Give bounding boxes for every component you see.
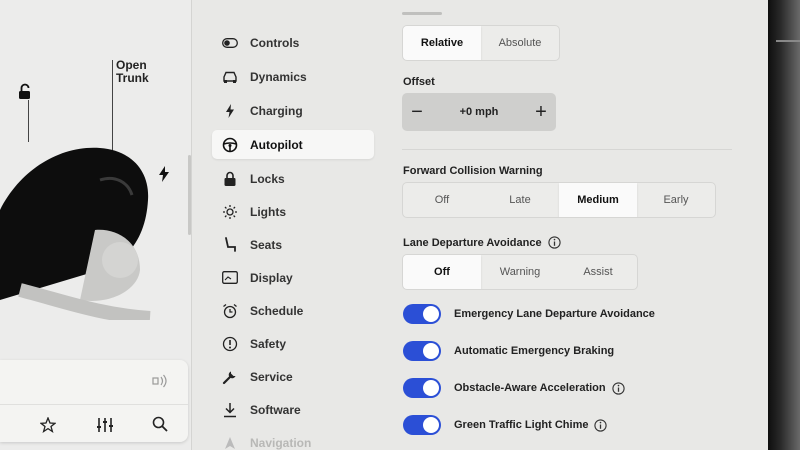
favorite-star-icon[interactable] — [39, 416, 57, 438]
fcw-label: Forward Collision Warning — [403, 165, 543, 177]
toggle-icon — [222, 35, 238, 51]
lda-label: Lane Departure Avoidance — [403, 236, 542, 249]
info-icon[interactable] — [594, 418, 608, 432]
sun-icon — [222, 204, 238, 220]
obstacle-aware-acceleration-toggle[interactable] — [403, 378, 441, 398]
menu-item-safety[interactable]: Safety — [212, 329, 374, 358]
unlock-icon[interactable] — [16, 83, 34, 106]
speed-mode-selector: Relative Absolute — [402, 25, 560, 61]
toggle-knob — [423, 306, 439, 322]
lda-option-off[interactable]: Off — [403, 255, 481, 289]
lock-icon — [222, 171, 238, 187]
touchscreen: Open Trunk Controls Dynamics Charging Au… — [0, 0, 768, 450]
option-relative[interactable]: Relative — [403, 26, 481, 60]
alarm-clock-icon — [222, 303, 238, 319]
toggle-label: Obstacle-Aware Acceleration — [454, 382, 606, 394]
menu-item-label: Dynamics — [250, 69, 307, 84]
menu-item-label: Software — [250, 402, 301, 417]
menu-item-lights[interactable]: Lights — [212, 197, 374, 226]
automatic-emergency-braking-row: Automatic Emergency Braking — [403, 339, 614, 363]
menu-item-locks[interactable]: Locks — [212, 164, 374, 193]
section-divider — [402, 149, 732, 150]
equalizer-icon[interactable] — [96, 417, 114, 438]
menu-item-label: Controls — [250, 35, 300, 50]
menu-item-label: Service — [250, 369, 293, 384]
cut-off-label — [402, 12, 442, 15]
menu-item-label: Charging — [250, 103, 303, 118]
offset-label: Offset — [403, 76, 435, 88]
scroll-indicator — [188, 155, 191, 235]
menu-item-navigation[interactable]: Navigation — [212, 428, 374, 450]
fcw-option-early[interactable]: Early — [637, 183, 715, 217]
cast-icon[interactable] — [152, 374, 168, 393]
menu-item-service[interactable]: Service — [212, 362, 374, 391]
display-icon — [222, 270, 238, 286]
fcw-option-late[interactable]: Late — [481, 183, 559, 217]
wrench-icon — [222, 369, 238, 385]
menu-item-dynamics[interactable]: Dynamics — [212, 62, 374, 91]
menu-item-label: Lights — [250, 204, 286, 219]
offset-increase-button[interactable]: + — [526, 93, 556, 131]
menu-item-label: Navigation — [250, 435, 312, 450]
toggle-knob — [423, 417, 439, 433]
obstacle-aware-acceleration-row: Obstacle-Aware Acceleration — [403, 376, 625, 400]
car-panel: Open Trunk — [0, 0, 192, 450]
download-icon — [222, 402, 238, 418]
toggle-label: Automatic Emergency Braking — [454, 345, 615, 357]
lda-option-assist[interactable]: Assist — [559, 255, 637, 289]
media-divider — [0, 404, 188, 405]
offset-stepper: − +0 mph + — [402, 93, 556, 131]
menu-item-autopilot[interactable]: Autopilot — [212, 130, 374, 159]
bolt-icon — [222, 103, 238, 119]
emergency-lane-departure-row: Emergency Lane Departure Avoidance — [403, 302, 655, 326]
steering-wheel-icon — [222, 137, 238, 153]
seat-icon — [222, 236, 238, 253]
lock-pointer-line — [28, 100, 29, 142]
fcw-selector: Off Late Medium Early — [402, 182, 716, 218]
offset-decrease-button[interactable]: − — [402, 93, 432, 131]
option-absolute[interactable]: Absolute — [481, 26, 559, 60]
screen-bezel — [768, 0, 800, 450]
settings-menu: Controls Dynamics Charging Autopilot Loc… — [200, 0, 385, 450]
toggle-knob — [423, 380, 439, 396]
emergency-lane-departure-toggle[interactable] — [403, 304, 441, 324]
info-icon[interactable] — [547, 236, 561, 249]
autopilot-settings-panel: Relative Absolute Offset − +0 mph + Forw… — [386, 0, 768, 450]
menu-item-label: Display — [250, 270, 293, 285]
menu-item-label: Locks — [250, 171, 285, 186]
offset-value: +0 mph — [459, 106, 499, 118]
menu-item-display[interactable]: Display — [212, 263, 374, 292]
menu-item-schedule[interactable]: Schedule — [212, 296, 374, 325]
menu-item-label: Seats — [250, 237, 283, 252]
toggle-label-row: Obstacle-Aware Acceleration — [454, 381, 625, 395]
fcw-option-medium[interactable]: Medium — [559, 183, 637, 217]
navigation-icon — [222, 435, 238, 450]
lda-selector: Off Warning Assist — [402, 254, 638, 290]
automatic-emergency-braking-toggle[interactable] — [403, 341, 441, 361]
media-player-card — [0, 360, 188, 442]
green-light-chime-toggle[interactable] — [403, 415, 441, 435]
info-icon[interactable] — [611, 381, 625, 395]
open-trunk-button[interactable]: Open Trunk — [116, 59, 176, 85]
menu-item-label: Schedule — [250, 303, 304, 318]
car-icon — [222, 69, 238, 85]
menu-item-label: Safety — [250, 336, 287, 351]
menu-item-seats[interactable]: Seats — [212, 230, 374, 259]
menu-item-controls[interactable]: Controls — [212, 28, 374, 57]
toggle-knob — [423, 343, 439, 359]
menu-item-charging[interactable]: Charging — [212, 96, 374, 125]
lda-label-row: Lane Departure Avoidance — [403, 236, 561, 249]
lda-option-warning[interactable]: Warning — [481, 255, 559, 289]
green-light-chime-row: Green Traffic Light Chime — [403, 413, 608, 437]
toggle-label: Green Traffic Light Chime — [454, 419, 589, 431]
background-window-frame — [776, 40, 800, 42]
menu-item-software[interactable]: Software — [212, 395, 374, 424]
toggle-label: Emergency Lane Departure Avoidance — [454, 308, 655, 320]
search-icon[interactable] — [152, 416, 168, 437]
charge-port-icon[interactable] — [158, 166, 170, 187]
fcw-option-off[interactable]: Off — [403, 183, 481, 217]
alert-circle-icon — [222, 336, 238, 352]
toggle-label-row: Green Traffic Light Chime — [454, 418, 608, 432]
menu-item-label: Autopilot — [250, 137, 303, 152]
